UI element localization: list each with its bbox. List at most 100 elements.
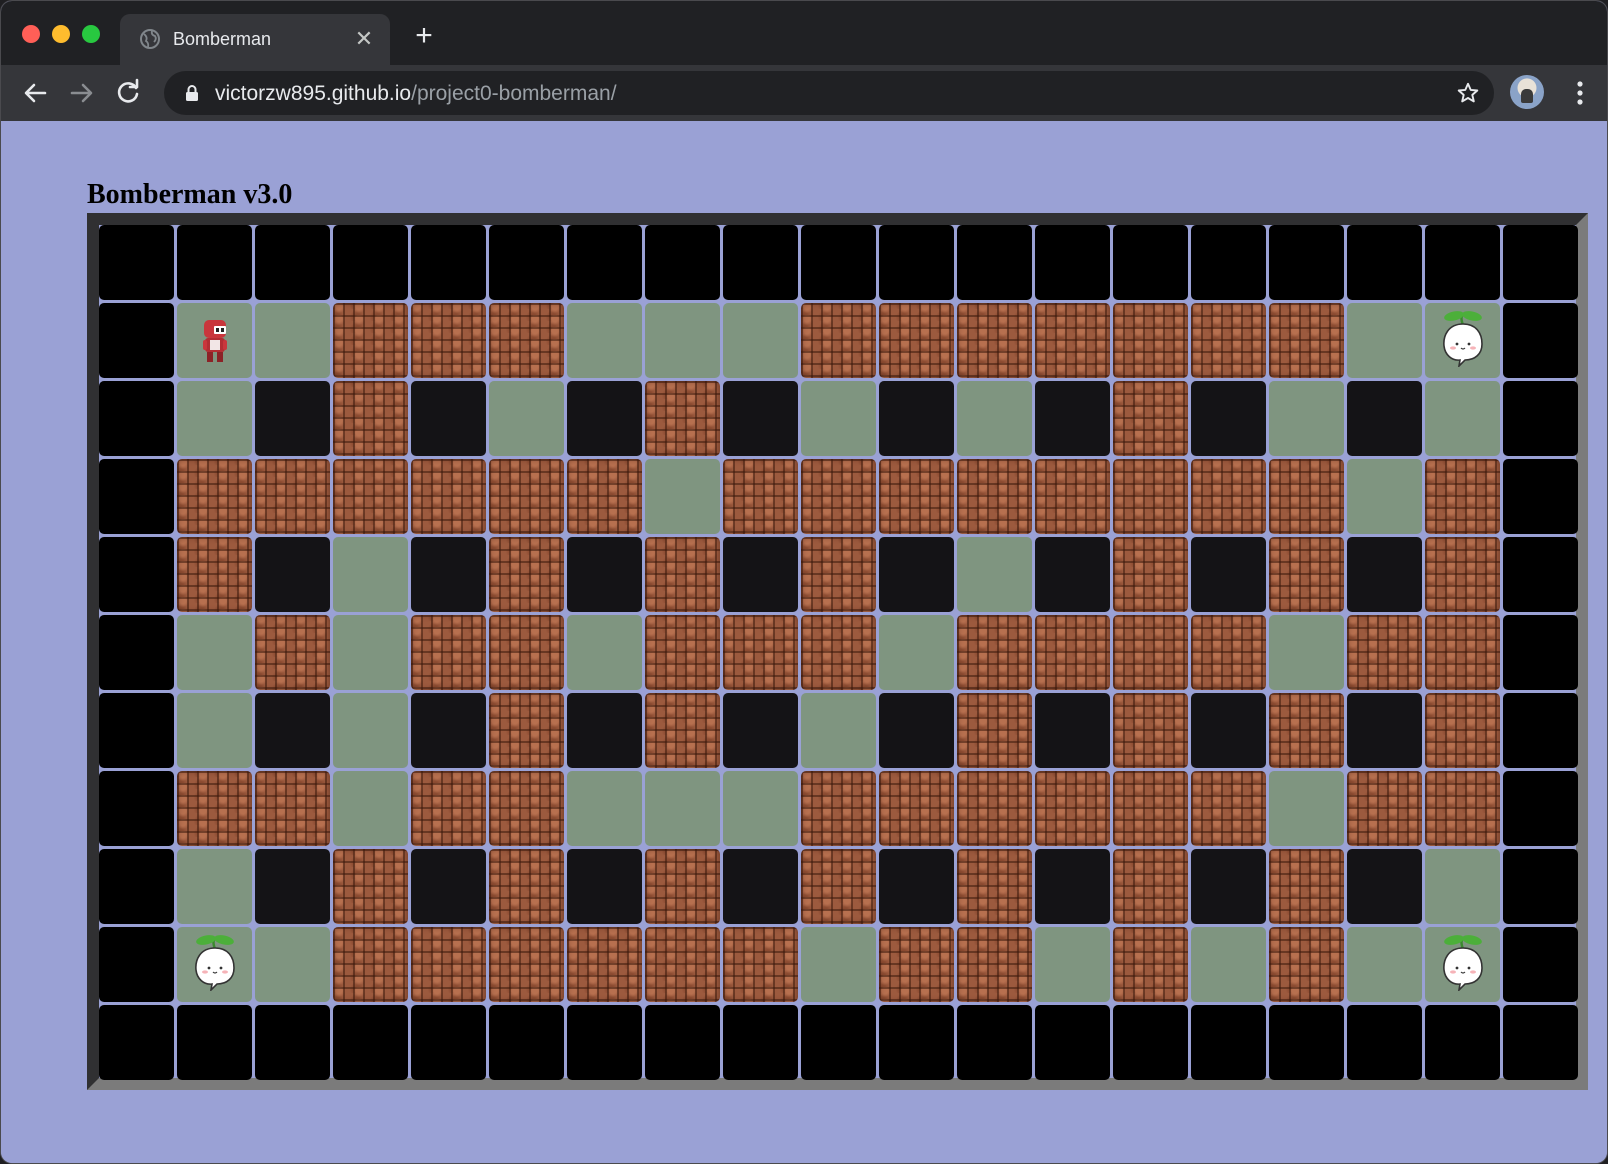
more-menu-icon[interactable] [1564, 77, 1596, 109]
floor-cell [177, 849, 252, 924]
brick-cell [411, 927, 486, 1002]
brick-cell [1035, 615, 1110, 690]
wall-cell [723, 1005, 798, 1080]
wall-cell [177, 225, 252, 300]
brick-cell [1113, 693, 1188, 768]
pillar-cell [567, 537, 642, 612]
wall-cell [1113, 225, 1188, 300]
brick-cell [333, 927, 408, 1002]
wall-cell [411, 225, 486, 300]
brick-cell [1347, 771, 1422, 846]
pillar-cell [255, 381, 330, 456]
wall-cell [957, 225, 1032, 300]
forward-icon[interactable] [66, 77, 98, 109]
pillar-cell [879, 849, 954, 924]
brick-cell [1425, 459, 1500, 534]
brick-cell [333, 381, 408, 456]
brick-cell [879, 459, 954, 534]
brick-cell [645, 693, 720, 768]
pillar-cell [723, 849, 798, 924]
brick-cell [957, 615, 1032, 690]
brick-cell [1425, 771, 1500, 846]
brick-cell [957, 459, 1032, 534]
brick-cell [489, 303, 564, 378]
wall-cell [333, 225, 408, 300]
close-window-button[interactable] [22, 25, 40, 43]
brick-cell [801, 771, 876, 846]
pillar-cell [1347, 693, 1422, 768]
brick-cell [1113, 615, 1188, 690]
wall-cell [1503, 693, 1578, 768]
wall-cell [1191, 1005, 1266, 1080]
brick-cell [723, 459, 798, 534]
floor-cell [1347, 459, 1422, 534]
floor-cell [801, 381, 876, 456]
wall-cell [1503, 537, 1578, 612]
wall-cell [1503, 225, 1578, 300]
brick-cell [1425, 693, 1500, 768]
minimize-window-button[interactable] [52, 25, 70, 43]
wall-cell [99, 537, 174, 612]
new-tab-button[interactable]: + [411, 21, 437, 51]
floor-cell [1425, 849, 1500, 924]
brick-cell [957, 927, 1032, 1002]
maximize-window-button[interactable] [82, 25, 100, 43]
reload-icon[interactable] [112, 77, 144, 109]
back-icon[interactable] [19, 77, 51, 109]
wall-cell [567, 1005, 642, 1080]
page-content: Bomberman v3.0 [1, 121, 1607, 1163]
floor-cell [333, 771, 408, 846]
brick-cell [177, 459, 252, 534]
wall-cell [1503, 615, 1578, 690]
wall-cell [99, 303, 174, 378]
pillar-cell [567, 849, 642, 924]
brick-cell [723, 927, 798, 1002]
wall-cell [255, 1005, 330, 1080]
brick-cell [801, 849, 876, 924]
pillar-cell [411, 849, 486, 924]
wall-cell [255, 225, 330, 300]
game-board[interactable] [87, 213, 1588, 1090]
brick-cell [1113, 537, 1188, 612]
tab-close-icon[interactable]: ✕ [352, 27, 376, 51]
pillar-cell [879, 537, 954, 612]
brick-cell [333, 459, 408, 534]
brick-cell [645, 615, 720, 690]
floor-cell [801, 693, 876, 768]
bookmark-star-icon[interactable] [1456, 81, 1480, 105]
wall-cell [1425, 225, 1500, 300]
brick-cell [489, 459, 564, 534]
pillar-cell [411, 693, 486, 768]
wall-cell [99, 615, 174, 690]
floor-cell [177, 927, 252, 1002]
wall-cell [99, 225, 174, 300]
wall-cell [99, 459, 174, 534]
brick-cell [957, 303, 1032, 378]
brick-cell [1113, 303, 1188, 378]
pillar-cell [411, 537, 486, 612]
pillar-cell [723, 693, 798, 768]
brick-cell [1035, 771, 1110, 846]
address-bar[interactable]: victorzw895.github.io/project0-bomberman… [164, 71, 1494, 115]
wall-cell [333, 1005, 408, 1080]
floor-cell [177, 381, 252, 456]
brick-cell [1425, 615, 1500, 690]
pillar-cell [723, 381, 798, 456]
pillar-cell [1035, 693, 1110, 768]
player-sprite [200, 318, 230, 364]
floor-cell [1269, 615, 1344, 690]
brick-cell [1269, 849, 1344, 924]
profile-avatar[interactable] [1510, 75, 1544, 109]
floor-cell [177, 693, 252, 768]
wall-cell [489, 225, 564, 300]
lock-icon[interactable] [182, 83, 202, 103]
floor-cell [177, 615, 252, 690]
url-host: victorzw895.github.io [215, 82, 412, 105]
floor-cell [1347, 927, 1422, 1002]
brick-cell [1113, 849, 1188, 924]
enemy-sprite [192, 933, 238, 991]
floor-cell [333, 537, 408, 612]
brick-cell [1269, 537, 1344, 612]
tab-bomberman[interactable]: Bomberman ✕ [120, 14, 390, 65]
wall-cell [1269, 225, 1344, 300]
